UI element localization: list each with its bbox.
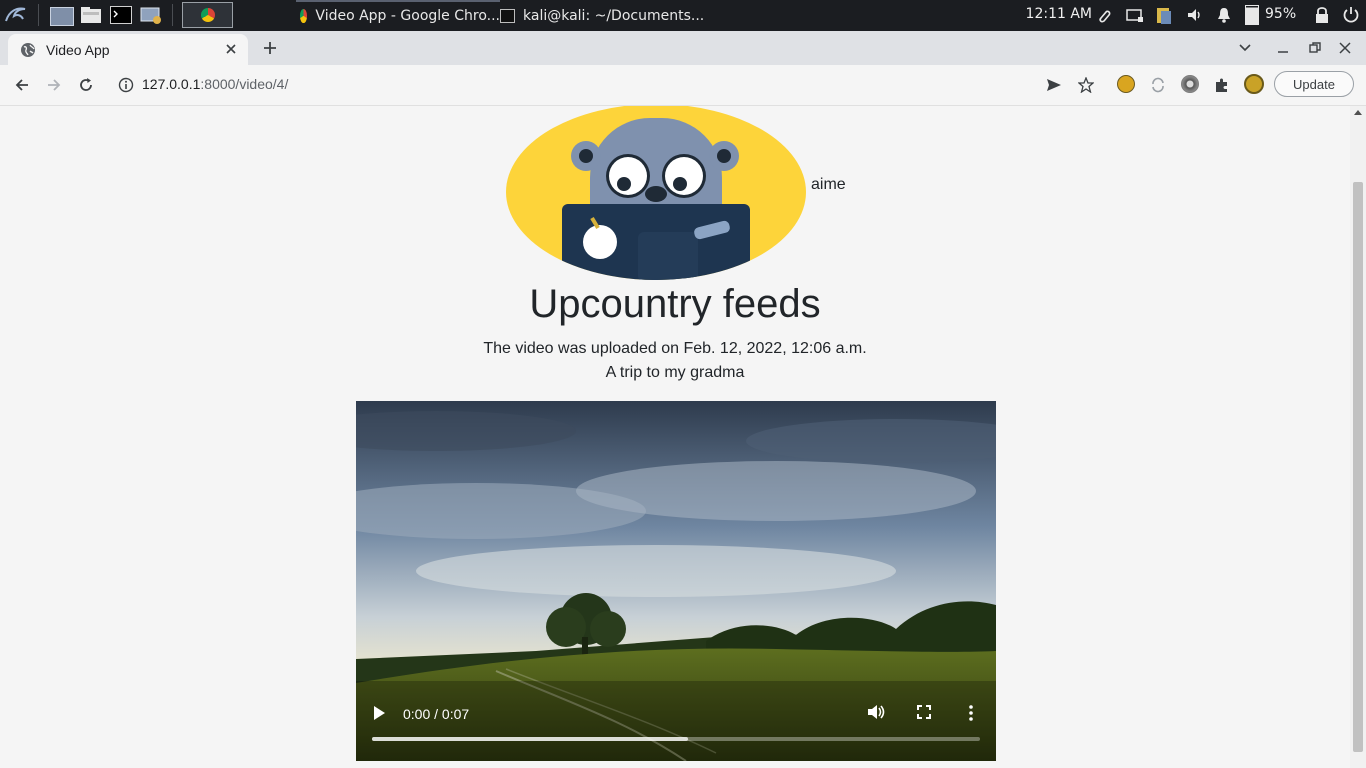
taskbar-task-label: kali@kali: ~/Documents... xyxy=(523,7,705,24)
power-icon[interactable] xyxy=(1342,6,1360,28)
terminal-icon xyxy=(500,8,515,23)
paperclip-icon[interactable] xyxy=(1096,7,1112,29)
show-desktop-icon[interactable] xyxy=(50,7,74,26)
video-buffered-bar xyxy=(372,737,689,741)
sync-extension-icon[interactable] xyxy=(1148,75,1168,95)
notifications-icon[interactable] xyxy=(1216,7,1232,27)
tab-search-chevron-icon[interactable] xyxy=(1236,39,1254,57)
volume-icon[interactable] xyxy=(1186,7,1204,27)
terminal-launcher-icon[interactable] xyxy=(110,6,132,24)
more-options-icon[interactable] xyxy=(968,704,974,727)
url-host: 127.0.0.1 xyxy=(142,76,201,92)
system-clock[interactable]: 12:11 AM xyxy=(1026,6,1092,22)
globe-icon xyxy=(20,42,36,58)
user-avatar xyxy=(506,106,806,282)
restore-window-icon[interactable] xyxy=(1306,39,1324,57)
scrollbar-thumb[interactable] xyxy=(1353,182,1363,752)
new-tab-icon[interactable] xyxy=(260,38,280,58)
film-reel-extension-icon[interactable] xyxy=(1181,75,1199,93)
page-scrollbar[interactable] xyxy=(1350,106,1366,768)
upload-date-text: The video was uploaded on Feb. 12, 2022,… xyxy=(483,340,867,357)
close-tab-icon[interactable] xyxy=(224,42,238,56)
browser-tab-strip: Video App xyxy=(0,31,1366,65)
video-progress-track[interactable] xyxy=(372,737,980,741)
chrome-icon xyxy=(201,8,215,22)
send-tab-icon[interactable] xyxy=(1044,75,1064,95)
fullscreen-icon[interactable] xyxy=(917,705,931,724)
volume-icon[interactable] xyxy=(866,703,886,726)
network-icon[interactable] xyxy=(1126,8,1144,28)
taskbar-task-terminal[interactable]: kali@kali: ~/Documents... xyxy=(500,0,710,31)
kali-menu-icon[interactable] xyxy=(3,3,29,27)
browser-toolbar: 127.0.0.1:8000/video/4/ Update xyxy=(0,65,1366,106)
gopher-avatar-image xyxy=(506,106,806,280)
site-info-icon[interactable] xyxy=(116,75,136,95)
tab-title: Video App xyxy=(46,41,110,58)
video-player[interactable]: 0:00 / 0:07 xyxy=(356,401,996,761)
forward-arrow-icon[interactable] xyxy=(44,75,64,95)
browser-tab-active[interactable]: Video App xyxy=(8,34,248,65)
chrome-icon xyxy=(300,8,308,23)
video-description: A trip to my gradma xyxy=(605,364,745,381)
battery-icon[interactable] xyxy=(1245,5,1259,25)
taskbar-task-label: Video App - Google Chro... xyxy=(315,7,500,24)
screenshot-tool-icon[interactable] xyxy=(140,6,164,25)
extension-app-icon[interactable] xyxy=(1117,75,1135,93)
play-icon[interactable] xyxy=(372,705,386,726)
battery-percent: 95% xyxy=(1265,6,1297,22)
reload-icon[interactable] xyxy=(76,75,96,95)
lock-screen-icon[interactable] xyxy=(1314,6,1330,28)
scroll-up-arrow-icon[interactable] xyxy=(1354,110,1362,115)
taskbar-task-chrome[interactable]: Video App - Google Chro... xyxy=(296,0,500,31)
minimize-window-icon[interactable] xyxy=(1274,39,1292,57)
bookmark-star-icon[interactable] xyxy=(1076,75,1096,95)
video-time-display: 0:00 / 0:07 xyxy=(403,706,470,722)
file-manager-icon[interactable] xyxy=(80,6,102,24)
profile-avatar[interactable] xyxy=(1244,74,1264,94)
username-label[interactable]: aime xyxy=(811,176,846,194)
update-button[interactable]: Update xyxy=(1274,71,1354,97)
workspace-switcher[interactable] xyxy=(182,2,233,28)
address-bar[interactable]: 127.0.0.1:8000/video/4/ xyxy=(142,76,288,92)
page-content: aime Upcountry feeds The video was uploa… xyxy=(0,106,1350,768)
url-path: :8000/video/4/ xyxy=(200,76,289,92)
video-title: Upcountry feeds xyxy=(529,282,821,326)
close-window-icon[interactable] xyxy=(1336,39,1354,57)
os-taskbar: Video App - Google Chro... kali@kali: ~/… xyxy=(0,0,1366,31)
clipboard-icon[interactable] xyxy=(1154,5,1174,29)
extensions-puzzle-icon[interactable] xyxy=(1212,75,1232,95)
back-arrow-icon[interactable] xyxy=(12,75,32,95)
